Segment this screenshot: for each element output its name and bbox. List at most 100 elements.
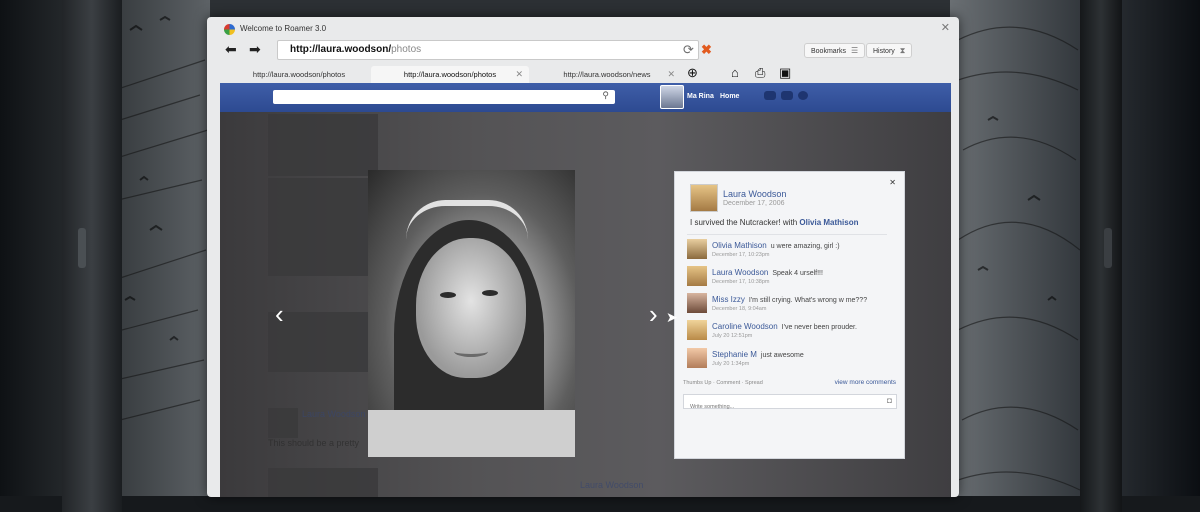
- photo-shirt: [368, 410, 575, 457]
- address-host: http://laura.woodson/: [290, 44, 392, 55]
- comment-author: Miss Izzy I'm still crying. What's wrong …: [712, 295, 867, 304]
- tab-close-icon[interactable]: ✕: [667, 66, 675, 83]
- address-text: http://laura.woodson/photos: [290, 44, 421, 55]
- comment-text: Speak 4 urself!!!: [772, 270, 823, 277]
- sketch-left: [110, 15, 209, 421]
- social-page: ⚲ Ma Rina Home Laura Woodson This should…: [220, 83, 951, 497]
- photo-face: [416, 238, 526, 378]
- photo-details-panel: ✕ Laura Woodson December 17, 2006 I surv…: [674, 171, 905, 459]
- comment-author-link[interactable]: Stephanie M: [712, 350, 757, 359]
- ghost-photo: [268, 114, 378, 176]
- comment-field[interactable]: ◘: [683, 394, 897, 411]
- comment-author-link[interactable]: Laura Woodson: [712, 268, 768, 277]
- comment-row: Caroline Woodson I've never been prouder.…: [687, 320, 887, 343]
- tab-label: http://laura.woodson/photos: [252, 70, 346, 79]
- globe-icon[interactable]: [798, 91, 808, 100]
- tab-label: http://laura.woodson/photos: [403, 70, 497, 79]
- photo-eye: [482, 290, 498, 296]
- comment-text: u were amazing, girl :): [770, 243, 840, 250]
- avatar[interactable]: [687, 266, 707, 286]
- comment-author: Caroline Woodson I've never been prouder.: [712, 322, 857, 331]
- history-label: History: [873, 48, 895, 55]
- address-path: photos: [391, 44, 422, 55]
- comment-row: Miss Izzy I'm still crying. What's wrong …: [687, 293, 887, 316]
- photo-mouth: [454, 346, 488, 357]
- refresh-icon[interactable]: ⟳: [683, 42, 694, 58]
- comment-input[interactable]: [688, 403, 872, 411]
- comment-date: December 18, 9:04am: [712, 306, 767, 312]
- main-photo: [368, 170, 575, 457]
- window-title: Welcome to Roamer 3.0: [240, 24, 327, 33]
- comment-row: Laura Woodson Speak 4 urself!!! December …: [687, 266, 887, 289]
- sketch-right: [958, 26, 1080, 491]
- user-name[interactable]: Ma Rina: [687, 93, 714, 100]
- status-body: I survived the Nutcracker! with: [690, 218, 800, 227]
- bookmarks-button[interactable]: Bookmarks ☰: [804, 43, 866, 58]
- comment-text: I'm still crying. What's wrong w me???: [748, 297, 868, 304]
- comment-row: Olivia Mathison u were amazing, girl :) D…: [687, 239, 887, 262]
- frame-post-left: [62, 0, 122, 512]
- bookmarks-label: Bookmarks: [811, 48, 847, 55]
- stop-icon[interactable]: ✖: [701, 42, 712, 58]
- view-more-comments-link[interactable]: view more comments: [835, 379, 896, 386]
- comment-date: December 17, 10:23pm: [712, 252, 770, 258]
- author-name[interactable]: Laura Woodson: [723, 189, 786, 199]
- ghost-photo: [268, 468, 378, 497]
- tab-photos-2[interactable]: http://laura.woodson/photos ✕: [371, 66, 529, 83]
- status-text: I survived the Nutcracker! with Olivia M…: [690, 218, 859, 227]
- comment-date: July 20 12:51pm: [712, 333, 753, 339]
- avatar[interactable]: [687, 239, 707, 259]
- next-photo-chevron-icon[interactable]: ›: [649, 299, 658, 330]
- messages-icon[interactable]: [764, 91, 776, 100]
- avatar[interactable]: [660, 85, 684, 109]
- friends-icon[interactable]: [781, 91, 793, 100]
- frame-handle-right: [1104, 228, 1112, 268]
- print-icon[interactable]: ⎙: [755, 65, 765, 81]
- close-icon[interactable]: ✕: [941, 21, 950, 34]
- ghost-name: Laura Woodson: [580, 480, 644, 490]
- ghost-avatar: [268, 408, 298, 438]
- title-bar: Welcome to Roamer 3.0 ✕: [207, 17, 959, 39]
- avatar[interactable]: [690, 184, 718, 212]
- plus-icon[interactable]: ⊕: [687, 65, 698, 81]
- save-icon[interactable]: ▣: [779, 65, 791, 81]
- avatar[interactable]: [687, 320, 707, 340]
- comment-text: just awesome: [760, 352, 804, 359]
- roamer-logo-icon: [224, 24, 235, 35]
- search-icon[interactable]: ⚲: [602, 90, 609, 101]
- arrow-left-icon[interactable]: ⬅: [225, 41, 237, 57]
- home-icon[interactable]: ⌂: [731, 65, 739, 80]
- ghost-name: Laura Woodson: [302, 409, 366, 419]
- browser-window: Welcome to Roamer 3.0 ✕ ⬅ ➡ http://laura…: [207, 17, 959, 497]
- mouse-pointer-icon: ➤: [666, 309, 678, 325]
- ghost-text: This should be a pretty: [268, 438, 360, 448]
- site-search-input[interactable]: ⚲: [273, 90, 615, 104]
- tab-news[interactable]: http://laura.woodson/news ✕: [533, 66, 681, 83]
- frame-post-right: [1080, 0, 1122, 512]
- ghost-photo: [268, 178, 378, 276]
- avatar[interactable]: [687, 348, 707, 368]
- post-actions[interactable]: Thumbs Up · Comment · Spread: [683, 380, 763, 386]
- comment-author: Laura Woodson Speak 4 urself!!!: [712, 268, 823, 277]
- previous-photo-chevron-icon[interactable]: ‹: [275, 299, 284, 330]
- photo-tiara: [406, 200, 528, 246]
- camera-icon[interactable]: ◘: [887, 396, 892, 405]
- tab-photos-1[interactable]: http://laura.woodson/photos: [229, 66, 369, 83]
- close-icon[interactable]: ✕: [889, 178, 896, 187]
- home-link[interactable]: Home: [720, 93, 739, 100]
- history-icon: ⧗: [899, 46, 906, 55]
- tab-close-icon[interactable]: ✕: [515, 66, 523, 83]
- post-date: December 17, 2006: [723, 200, 785, 207]
- site-header: ⚲ Ma Rina Home: [220, 83, 951, 112]
- history-button[interactable]: History ⧗: [866, 43, 913, 58]
- comment-author-link[interactable]: Miss Izzy: [712, 295, 745, 304]
- arrow-right-icon[interactable]: ➡: [249, 41, 261, 57]
- comment-row: Stephanie Mjust awesome July 20 1:34pm: [687, 348, 887, 371]
- photo-eye: [440, 292, 456, 298]
- avatar[interactable]: [687, 293, 707, 313]
- tagged-user-link[interactable]: Olivia Mathison: [799, 218, 858, 227]
- address-bar[interactable]: http://laura.woodson/photos: [277, 40, 699, 60]
- comment-author-link[interactable]: Caroline Woodson: [712, 322, 778, 331]
- tab-label: http://laura.woodson/news: [563, 70, 651, 79]
- comment-author-link[interactable]: Olivia Mathison: [712, 241, 767, 250]
